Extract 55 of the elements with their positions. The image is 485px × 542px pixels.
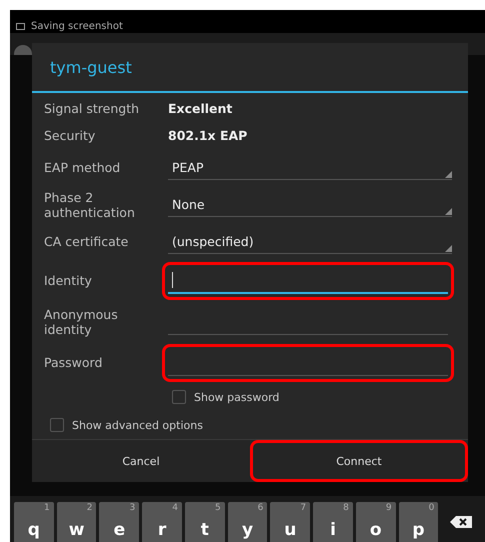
key-letter: w — [68, 520, 84, 542]
field-value: 802.1x EAP — [168, 128, 248, 143]
key-hint: 0 — [428, 503, 434, 513]
field-label: Anonymous identity — [44, 306, 119, 336]
key-letter: r — [158, 520, 166, 542]
key-hint: 4 — [172, 503, 178, 513]
key-hint: 6 — [258, 503, 264, 513]
dropdown[interactable]: (unspecified) — [168, 230, 452, 254]
key-letter: e — [114, 520, 126, 542]
keyboard-key[interactable]: 3 e — [99, 502, 140, 542]
keyboard-key[interactable]: 9 o — [356, 502, 396, 542]
backspace-icon[interactable] — [450, 516, 472, 528]
checkbox-label: Show password — [194, 390, 280, 404]
key-letter: p — [412, 520, 425, 542]
field-label: Phase 2 authentication — [44, 190, 136, 220]
dialog-button[interactable]: Connect — [250, 440, 468, 482]
keyboard-key[interactable]: 7 u — [270, 502, 310, 542]
key-hint: 7 — [300, 503, 306, 513]
key-hint: 8 — [343, 503, 349, 513]
key-hint: 2 — [86, 503, 92, 513]
keyboard-key[interactable]: 0 p — [398, 502, 438, 542]
field-label: Security — [44, 128, 96, 143]
keyboard-key[interactable]: 6 y — [228, 502, 268, 542]
dropdown[interactable]: PEAP — [168, 156, 452, 180]
key-hint: 3 — [129, 503, 136, 513]
dropdown-arrow-icon — [445, 170, 452, 178]
keyboard-key[interactable]: 2 w — [56, 502, 96, 542]
screenshot-icon — [16, 22, 25, 30]
field-label: Signal strength — [44, 101, 140, 116]
field-label: EAP method — [44, 160, 122, 175]
key-hint: 5 — [214, 503, 221, 513]
field-label: Identity — [44, 273, 93, 288]
dropdown[interactable]: None — [168, 192, 452, 216]
keyboard-key[interactable]: 8 i — [313, 502, 353, 542]
keyboard-key[interactable]: 5 t — [184, 502, 225, 542]
dropdown-arrow-icon — [445, 244, 452, 252]
key-letter: q — [28, 520, 40, 542]
dialog-title: tym-guest — [32, 43, 468, 93]
key-letter: y — [242, 520, 254, 542]
field-value: Excellent — [168, 101, 232, 116]
key-hint: 9 — [386, 503, 392, 513]
keyboard-key[interactable]: 4 r — [142, 502, 182, 542]
field-label: Password — [44, 355, 104, 370]
key-letter: o — [370, 520, 382, 542]
key-letter: i — [330, 520, 336, 542]
key-hint: 1 — [44, 503, 50, 513]
checkbox-label: Show advanced options — [72, 418, 203, 432]
checkbox[interactable] — [172, 390, 186, 404]
dropdown-arrow-icon — [445, 208, 452, 214]
keyboard-key[interactable]: 1 q — [14, 502, 54, 542]
key-letter: u — [284, 520, 296, 542]
checkbox[interactable] — [50, 418, 64, 432]
notification-text: Saving screenshot — [31, 22, 123, 32]
field-label: CA certificate — [44, 234, 130, 249]
key-letter: t — [200, 520, 209, 542]
